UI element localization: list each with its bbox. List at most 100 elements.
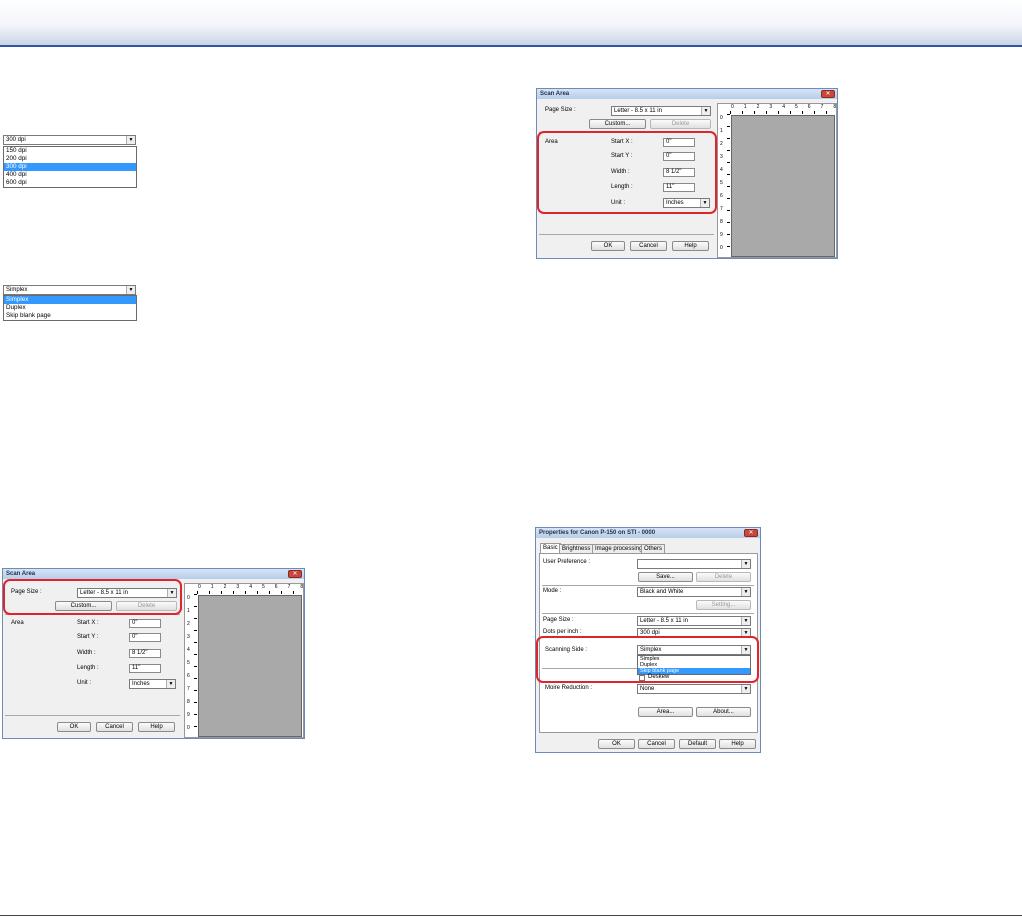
dialog-title: Properties for Canon P-150 on STI - 0000 [539, 530, 656, 536]
ruler-top-label: 4 [249, 584, 252, 590]
ruler-left-label: 2 [187, 621, 190, 627]
ruler-top-label: 5 [795, 104, 798, 110]
ruler-left-label: 8 [187, 699, 190, 705]
moire-reduction-label: Moire Reduction : [545, 685, 593, 691]
cancel-button[interactable]: Cancel [96, 722, 133, 732]
setting-button[interactable]: Setting... [696, 600, 751, 610]
ruler-top-label: 8 [833, 104, 837, 110]
ruler-left-label: 5 [187, 660, 190, 666]
list-item[interactable]: Skip blank page [4, 312, 136, 320]
about-button[interactable]: About... [696, 707, 751, 717]
list-item[interactable]: 600 dpi [4, 179, 136, 187]
page-size-value: Letter - 8.5 x 11 in [640, 618, 688, 624]
ok-button[interactable]: OK [57, 722, 91, 732]
help-button[interactable]: Help [138, 722, 175, 732]
ruler-top-label: 6 [807, 104, 811, 110]
start-x-label: Start X : [77, 620, 99, 626]
mode-label: Mode : [543, 588, 562, 594]
ruler-top-label: 1 [743, 104, 747, 110]
dialog-title: Scan Area [540, 91, 570, 97]
help-button[interactable]: Help [719, 739, 756, 749]
divider [5, 715, 180, 716]
tab-others[interactable]: Others [641, 544, 666, 553]
page-size-label: Page Size : [545, 107, 576, 113]
ruler-left-label: 6 [187, 673, 190, 679]
start-y-field[interactable]: 0" [129, 633, 161, 642]
width-field[interactable]: 8 1/2" [129, 649, 161, 658]
ruler-top-label: 0 [731, 104, 734, 110]
page-size-value: Letter - 8.5 x 11 in [614, 108, 662, 114]
moire-reduction-combo[interactable]: None ▼ [637, 684, 751, 694]
ok-button[interactable]: OK [598, 739, 635, 749]
ruler-top-label: 2 [223, 584, 227, 590]
header-rule [0, 45, 1022, 47]
mode-combo[interactable]: Black and White ▼ [637, 587, 751, 597]
ruler-top-label: 1 [210, 584, 214, 590]
dialog-titlebar: Scan Area ✕ [3, 569, 304, 579]
dialog-title: Scan Area [6, 571, 36, 577]
divider [539, 234, 714, 235]
tab-image-processing[interactable]: Image processing [592, 544, 646, 553]
tab-brightness[interactable]: Brightness [559, 544, 594, 553]
scanning-side-combo-value: Simplex [6, 287, 28, 293]
ruler-top-label: 0 [198, 584, 201, 590]
list-item[interactable]: 400 dpi [4, 171, 136, 179]
chevron-down-icon[interactable]: ▼ [701, 107, 710, 115]
ruler-left-label: 0 [187, 725, 190, 731]
cancel-button[interactable]: Cancel [630, 241, 667, 251]
scan-area-paper[interactable] [731, 115, 835, 257]
list-item[interactable]: 200 dpi [4, 155, 136, 163]
ruler-left-label: 0 [720, 115, 723, 121]
save-button[interactable]: Save... [638, 572, 693, 582]
length-field[interactable]: 11" [129, 664, 161, 673]
list-item-selected[interactable]: 300 dpi [4, 163, 136, 171]
ruler-top-label: 3 [769, 104, 773, 110]
chevron-down-icon[interactable]: ▼ [166, 680, 175, 688]
chevron-down-icon[interactable]: ▼ [126, 136, 135, 144]
area-button[interactable]: Area... [638, 707, 693, 717]
scan-area-paper[interactable] [198, 595, 302, 737]
chevron-down-icon[interactable]: ▼ [741, 617, 750, 625]
close-icon[interactable]: ✕ [288, 570, 302, 578]
scan-preview: 0 1 2 3 4 5 6 7 8 0 1 2 3 4 5 6 7 8 9 0 [717, 103, 837, 258]
divider [542, 585, 754, 586]
close-icon[interactable]: ✕ [821, 90, 835, 98]
tab-basic[interactable]: Basic [540, 543, 561, 553]
ruler-left-label: 9 [187, 712, 190, 718]
resolution-combo-value: 300 dpi [6, 137, 26, 143]
chevron-down-icon[interactable]: ▼ [741, 560, 750, 568]
delete-button[interactable]: Delete [650, 119, 711, 129]
scanning-side-dropdown-list: Simplex Duplex Skip blank page [3, 295, 137, 321]
default-button[interactable]: Default [679, 739, 716, 749]
ruler-left-label: 4 [720, 167, 723, 173]
ruler-left-label: 6 [720, 193, 723, 199]
close-icon[interactable]: ✕ [744, 529, 758, 537]
scanning-side-combo[interactable]: Simplex ▼ [3, 285, 136, 295]
area-highlight-box [537, 131, 717, 214]
ruler-left-label: 5 [720, 180, 723, 186]
list-item[interactable]: 150 dpi [4, 147, 136, 155]
page-size-combo[interactable]: Letter - 8.5 x 11 in ▼ [637, 616, 751, 626]
user-preference-combo[interactable]: ▼ [637, 559, 751, 569]
ruler-top-label: 4 [782, 104, 785, 110]
chevron-down-icon[interactable]: ▼ [126, 286, 135, 294]
user-preference-label: User Preference : [543, 559, 591, 565]
chevron-down-icon[interactable]: ▼ [741, 685, 750, 693]
page-size-combo[interactable]: Letter - 8.5 x 11 in ▼ [611, 106, 711, 116]
resolution-dropdown-list: 150 dpi 200 dpi 300 dpi 400 dpi 600 dpi [3, 146, 137, 188]
custom-button[interactable]: Custom... [589, 119, 646, 129]
unit-value: Inches [132, 681, 150, 687]
divider [542, 613, 754, 614]
resolution-combo[interactable]: 300 dpi ▼ [3, 135, 136, 145]
list-item-selected[interactable]: Simplex [4, 296, 136, 304]
unit-combo[interactable]: Inches ▼ [129, 679, 176, 689]
start-x-field[interactable]: 0" [129, 619, 161, 628]
help-button[interactable]: Help [672, 241, 709, 251]
ok-button[interactable]: OK [591, 241, 625, 251]
ruler-left-label: 1 [720, 128, 723, 134]
page-header-band [0, 0, 1022, 46]
list-item[interactable]: Duplex [4, 304, 136, 312]
chevron-down-icon[interactable]: ▼ [741, 588, 750, 596]
cancel-button[interactable]: Cancel [638, 739, 675, 749]
delete-button[interactable]: Delete [696, 572, 751, 582]
